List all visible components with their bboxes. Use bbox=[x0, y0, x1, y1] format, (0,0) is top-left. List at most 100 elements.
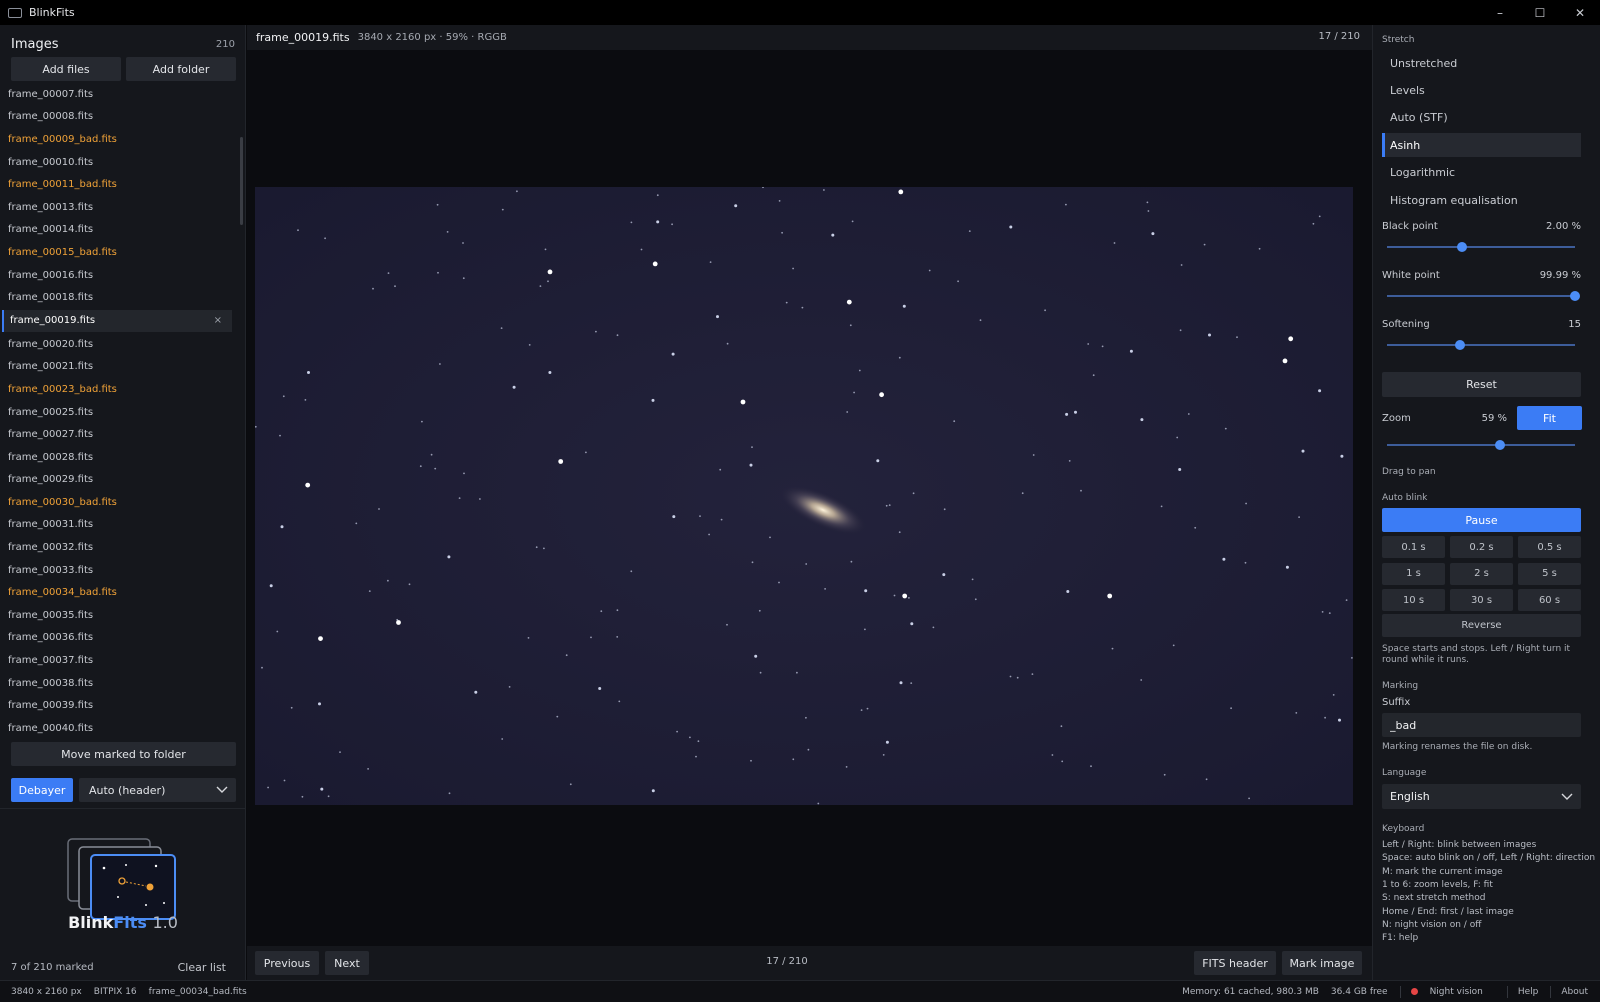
reset-button[interactable]: Reset bbox=[1382, 372, 1581, 397]
debayer-mode-select[interactable]: Auto (header) bbox=[79, 778, 236, 802]
reverse-button[interactable]: Reverse bbox=[1382, 614, 1581, 637]
file-list-item[interactable]: frame_00032.fits bbox=[0, 536, 240, 559]
file-list-item[interactable]: frame_00034_bad.fits bbox=[0, 581, 240, 604]
blink-speed-button[interactable]: 0.2 s bbox=[1450, 536, 1513, 558]
star bbox=[1178, 468, 1182, 471]
file-name: frame_00029.fits bbox=[8, 474, 94, 486]
softening-slider[interactable] bbox=[1387, 340, 1575, 350]
black-point-slider[interactable] bbox=[1387, 242, 1575, 252]
file-list-item[interactable]: frame_00038.fits bbox=[0, 672, 240, 695]
star bbox=[327, 795, 330, 798]
blink-speed-button[interactable]: 60 s bbox=[1518, 589, 1581, 611]
file-list-item[interactable]: frame_00007.fits bbox=[0, 83, 240, 106]
file-list-item[interactable]: frame_00013.fits bbox=[0, 196, 240, 219]
language-select[interactable]: English bbox=[1382, 784, 1581, 809]
star bbox=[864, 589, 868, 593]
blink-speed-button[interactable]: 0.1 s bbox=[1382, 536, 1445, 558]
zoom-knob[interactable] bbox=[1494, 440, 1505, 450]
maximize-button[interactable]: ☐ bbox=[1520, 0, 1560, 25]
star bbox=[651, 398, 655, 402]
images-count: 210 bbox=[215, 38, 235, 50]
about-link[interactable]: About bbox=[1561, 987, 1588, 997]
file-list-item[interactable]: frame_00036.fits bbox=[0, 627, 240, 650]
file-list-item[interactable]: frame_00009_bad.fits bbox=[0, 128, 240, 151]
file-list-item[interactable]: frame_00020.fits bbox=[0, 333, 240, 356]
add-folder-button[interactable]: Add folder bbox=[126, 57, 236, 81]
file-name: frame_00031.fits bbox=[8, 519, 94, 531]
suffix-input[interactable] bbox=[1382, 713, 1581, 737]
file-list-item[interactable]: frame_00025.fits bbox=[0, 401, 240, 424]
stretch-option[interactable]: Unstretched bbox=[1382, 51, 1581, 75]
blink-speed-button[interactable]: 1 s bbox=[1382, 562, 1445, 585]
file-list-item[interactable]: frame_00023_bad.fits bbox=[0, 378, 240, 401]
blink-speed-button[interactable]: 5 s bbox=[1518, 562, 1581, 585]
file-list-item[interactable]: frame_00008.fits bbox=[0, 106, 240, 129]
fit-button[interactable]: Fit bbox=[1517, 406, 1582, 430]
file-list-scrollbar[interactable] bbox=[240, 137, 243, 225]
stretch-option[interactable]: Logarithmic bbox=[1382, 161, 1581, 185]
previous-button[interactable]: Previous bbox=[255, 951, 319, 975]
star bbox=[516, 190, 518, 193]
star bbox=[898, 189, 904, 195]
close-button[interactable]: ✕ bbox=[1560, 0, 1600, 25]
file-list-item[interactable]: frame_00016.fits bbox=[0, 264, 240, 287]
star bbox=[882, 754, 885, 756]
stretch-option[interactable]: Auto (STF) bbox=[1382, 106, 1581, 130]
blink-speed-button[interactable]: 2 s bbox=[1450, 562, 1513, 585]
remove-file-icon[interactable]: × bbox=[214, 315, 222, 326]
zoom-slider[interactable] bbox=[1387, 440, 1575, 450]
fits-header-button[interactable]: FITS header bbox=[1194, 951, 1276, 975]
file-list-item[interactable]: frame_00015_bad.fits bbox=[0, 241, 240, 264]
star bbox=[1245, 502, 1247, 505]
blink-speed-button[interactable]: 0.5 s bbox=[1518, 536, 1581, 558]
debayer-toggle[interactable]: Debayer bbox=[11, 778, 73, 802]
star bbox=[792, 758, 795, 761]
blink-speed-button[interactable]: 10 s bbox=[1382, 589, 1445, 611]
move-marked-button[interactable]: Move marked to folder bbox=[11, 742, 236, 766]
keyboard-shortcut-line: F1: help bbox=[1382, 933, 1419, 944]
white-point-value: 99.99 % bbox=[1539, 270, 1581, 281]
star bbox=[1328, 612, 1331, 614]
file-list-item[interactable]: frame_00037.fits bbox=[0, 649, 240, 672]
pause-button[interactable]: Pause bbox=[1382, 508, 1581, 532]
file-list-item[interactable]: frame_00010.fits bbox=[0, 151, 240, 174]
file-list-item[interactable]: frame_00028.fits bbox=[0, 446, 240, 469]
star bbox=[290, 706, 293, 709]
file-list-item[interactable]: frame_00021.fits bbox=[0, 356, 240, 379]
star bbox=[640, 248, 643, 251]
blink-speed-button[interactable]: 30 s bbox=[1450, 589, 1513, 611]
file-name: frame_00035.fits bbox=[8, 609, 94, 621]
file-list-item[interactable]: frame_00033.fits bbox=[0, 559, 240, 582]
file-list-item[interactable]: frame_00018.fits bbox=[0, 286, 240, 309]
mark-image-button[interactable]: Mark image bbox=[1282, 951, 1362, 975]
stretch-option[interactable]: Histogram equalisation bbox=[1382, 188, 1581, 212]
file-list-item[interactable]: frame_00039.fits bbox=[0, 694, 240, 717]
file-list-item[interactable]: frame_00029.fits bbox=[0, 469, 240, 492]
next-button[interactable]: Next bbox=[325, 951, 369, 975]
help-link[interactable]: Help bbox=[1518, 987, 1539, 997]
minimize-button[interactable]: – bbox=[1480, 0, 1520, 25]
stretch-option[interactable]: Asinh bbox=[1382, 133, 1581, 158]
night-vision-toggle[interactable]: Night vision bbox=[1410, 987, 1495, 997]
astro-image[interactable] bbox=[255, 187, 1353, 805]
file-list-item[interactable]: frame_00030_bad.fits bbox=[0, 491, 240, 514]
file-list-item[interactable]: frame_00031.fits bbox=[0, 514, 240, 537]
stretch-option[interactable]: Levels bbox=[1382, 78, 1581, 102]
white-point-slider[interactable] bbox=[1387, 291, 1580, 301]
black-point-knob[interactable] bbox=[1457, 242, 1468, 252]
brand-fits: Fits bbox=[113, 913, 147, 932]
softening-knob[interactable] bbox=[1455, 340, 1466, 350]
file-list-item[interactable]: frame_00035.fits bbox=[0, 604, 240, 627]
clear-list-button[interactable]: Clear list bbox=[178, 961, 226, 974]
file-list-item[interactable]: frame_00014.fits bbox=[0, 219, 240, 242]
file-list-item[interactable]: frame_00040.fits bbox=[0, 717, 240, 740]
file-list-item[interactable]: frame_00011_bad.fits bbox=[0, 173, 240, 196]
file-list-item[interactable]: frame_00019.fits × bbox=[2, 309, 232, 332]
white-point-knob[interactable] bbox=[1570, 291, 1580, 301]
star bbox=[1129, 349, 1133, 353]
add-files-button[interactable]: Add files bbox=[11, 57, 121, 81]
language-value: English bbox=[1390, 790, 1430, 803]
star bbox=[1080, 489, 1082, 492]
file-name: frame_00015_bad.fits bbox=[8, 246, 117, 258]
file-list-item[interactable]: frame_00027.fits bbox=[0, 423, 240, 446]
